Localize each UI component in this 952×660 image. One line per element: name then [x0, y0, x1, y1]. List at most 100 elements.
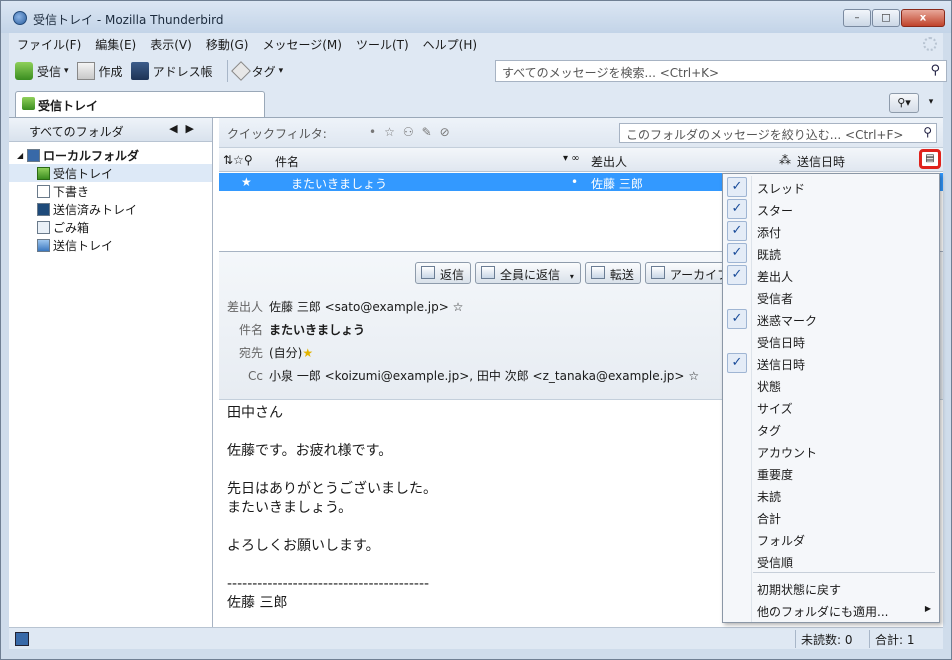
chevron-down-icon[interactable]: ▾	[64, 66, 69, 76]
read-dot-icon[interactable]: •	[571, 175, 578, 189]
menu-item-label: 差出人	[757, 270, 794, 284]
tag-icon	[230, 61, 251, 81]
chevron-down-icon[interactable]: ▾	[570, 272, 574, 281]
write-icon	[76, 62, 95, 80]
menu-item-column[interactable]: 重要度	[723, 462, 939, 484]
header-cc-value[interactable]: 小泉 一郎 <koizumi@example.jp>, 田中 次郎 <z_tan…	[269, 369, 684, 383]
forward-icon	[590, 266, 605, 279]
tab-search-button[interactable]: ⚲▾	[889, 93, 919, 113]
write-button[interactable]: 作成	[76, 62, 123, 80]
sort-chevron-icon: ▾ ∞	[563, 153, 580, 164]
search-icon[interactable]: ⚲	[930, 63, 940, 78]
menu-item-label: 合計	[757, 512, 782, 526]
menu-item-label: 受信日時	[757, 336, 806, 350]
menu-item-column[interactable]: フォルダ	[723, 528, 939, 550]
menu-item-column[interactable]: ✓ 送信日時	[723, 352, 939, 374]
folder-label: ごみ箱	[53, 220, 90, 235]
star-icon[interactable]: ★	[241, 175, 252, 189]
star-icon[interactable]: ☆	[688, 369, 699, 383]
message-from: 佐藤 三郎	[591, 177, 643, 191]
menu-item-column[interactable]: 受信順	[723, 550, 939, 572]
get-mail-button[interactable]: 受信 ▾	[15, 62, 69, 80]
outbox-icon	[37, 238, 50, 252]
menu-item-restore-default[interactable]: 初期状態に戻す	[723, 577, 939, 599]
quick-filter-label[interactable]: クイックフィルタ:	[227, 125, 327, 142]
folder-label: 送信トレイ	[53, 238, 114, 253]
column-from[interactable]: 差出人	[591, 153, 627, 170]
menu-go[interactable]: 移動(G)	[206, 36, 249, 53]
menu-item-label: フォルダ	[757, 534, 806, 548]
menu-item-apply-to-folders[interactable]: 他のフォルダにも適用... ▶	[723, 599, 939, 621]
menu-item-column[interactable]: ✓ スター	[723, 198, 939, 220]
quick-filter-input[interactable]: このフォルダのメッセージを絞り込む... <Ctrl+F> ⚲	[619, 123, 937, 143]
menu-file[interactable]: ファイル(F)	[17, 36, 81, 53]
thread-column-icons[interactable]: ⇅☆⚲	[223, 153, 253, 167]
reply-all-label: 全員に返信	[500, 268, 561, 282]
folder-pane-header: すべてのフォルダ ◀▶	[9, 118, 212, 142]
menu-view[interactable]: 表示(V)	[150, 36, 192, 53]
reply-all-button[interactable]: 全員に返信 ▾	[475, 262, 581, 284]
quick-filter-toggle-icons[interactable]: •☆⚇✎⊘	[369, 125, 458, 139]
folder-pane-title[interactable]: すべてのフォルダ	[29, 125, 124, 139]
close-icon: x	[919, 12, 927, 24]
header-from-value[interactable]: 佐藤 三郎 <sato@example.jp>	[269, 300, 449, 314]
thread-column-header: ⇅☆⚲ 件名 ▾ ∞ 差出人 ⁂ 送信日時 ▤	[219, 148, 943, 172]
column-subject[interactable]: 件名	[275, 153, 299, 170]
online-status-icon[interactable]	[15, 632, 29, 646]
menu-item-column[interactable]: ✓ 差出人	[723, 264, 939, 286]
menu-item-column[interactable]: 未読	[723, 484, 939, 506]
folder-sent[interactable]: 送信済みトレイ	[9, 200, 212, 218]
column-picker-icon[interactable]: ▤	[919, 149, 941, 169]
forward-button[interactable]: 転送	[584, 262, 641, 284]
folder-local-folders[interactable]: ◢ ローカルフォルダ	[9, 146, 212, 164]
menu-item-column[interactable]: 受信日時	[723, 330, 939, 352]
archive-icon	[650, 266, 665, 279]
quick-filter-placeholder: このフォルダのメッセージを絞り込む... <Ctrl+F>	[626, 128, 904, 142]
menu-item-column[interactable]: 受信者	[723, 286, 939, 308]
menu-item-column[interactable]: ✓ 添付	[723, 220, 939, 242]
header-to-value[interactable]: (自分)	[269, 346, 302, 360]
folder-inbox[interactable]: 受信トレイ	[9, 164, 212, 182]
menu-item-column[interactable]: ✓ 迷惑マーク	[723, 308, 939, 330]
write-label: 作成	[98, 64, 123, 79]
address-book-button[interactable]: アドレス帳	[130, 62, 213, 80]
folder-outbox[interactable]: 送信トレイ	[9, 236, 212, 254]
reply-button[interactable]: 返信	[415, 262, 472, 284]
junk-column-icon[interactable]: ⁂	[779, 153, 791, 167]
checkmark-icon: ✓	[727, 199, 747, 219]
close-button[interactable]: x	[901, 9, 945, 27]
menu-item-label: 未読	[757, 490, 782, 504]
global-search-input[interactable]: すべてのメッセージを検索... <Ctrl+K> ⚲	[495, 60, 947, 82]
expand-triangle-icon[interactable]: ◢	[17, 151, 25, 160]
menu-edit[interactable]: 編集(E)	[95, 36, 136, 53]
all-tabs-chevron-icon[interactable]: ▾	[923, 93, 939, 113]
quick-filter-bar: クイックフィルタ: •☆⚇✎⊘ このフォルダのメッセージを絞り込む... <Ct…	[219, 118, 943, 148]
menu-item-column[interactable]: サイズ	[723, 396, 939, 418]
menu-item-column[interactable]: タグ	[723, 418, 939, 440]
menu-message[interactable]: メッセージ(M)	[262, 36, 341, 53]
menu-item-column[interactable]: ✓ スレッド	[723, 176, 939, 198]
menu-item-column[interactable]: 状態	[723, 374, 939, 396]
folder-view-nav-arrows[interactable]: ◀▶	[169, 122, 202, 135]
star-icon[interactable]: ☆	[453, 300, 464, 314]
menu-item-column[interactable]: アカウント	[723, 440, 939, 462]
column-date[interactable]: 送信日時	[797, 153, 845, 170]
computer-icon	[27, 148, 40, 162]
total-count: 合計: 1	[875, 633, 915, 647]
menu-help[interactable]: ヘルプ(H)	[423, 36, 477, 53]
header-to-row: 宛先 (自分)★	[219, 344, 313, 361]
tag-button[interactable]: タグ ▾	[230, 61, 283, 81]
maximize-button[interactable]: □	[872, 9, 900, 27]
window-title: 受信トレイ - Mozilla Thunderbird	[33, 13, 224, 27]
checkmark-icon: ✓	[727, 265, 747, 285]
minimize-button[interactable]: –	[843, 9, 871, 27]
menu-item-column[interactable]: 合計	[723, 506, 939, 528]
status-divider	[795, 630, 796, 648]
folder-trash[interactable]: ごみ箱	[9, 218, 212, 236]
folder-drafts[interactable]: 下書き	[9, 182, 212, 200]
star-filled-icon[interactable]: ★	[302, 346, 313, 360]
tab-bar: 受信トレイ ⚲▾ ▾	[9, 87, 943, 117]
tab-inbox[interactable]: 受信トレイ	[15, 91, 265, 117]
menu-item-column[interactable]: ✓ 既読	[723, 242, 939, 264]
menu-tools[interactable]: ツール(T)	[356, 36, 409, 53]
